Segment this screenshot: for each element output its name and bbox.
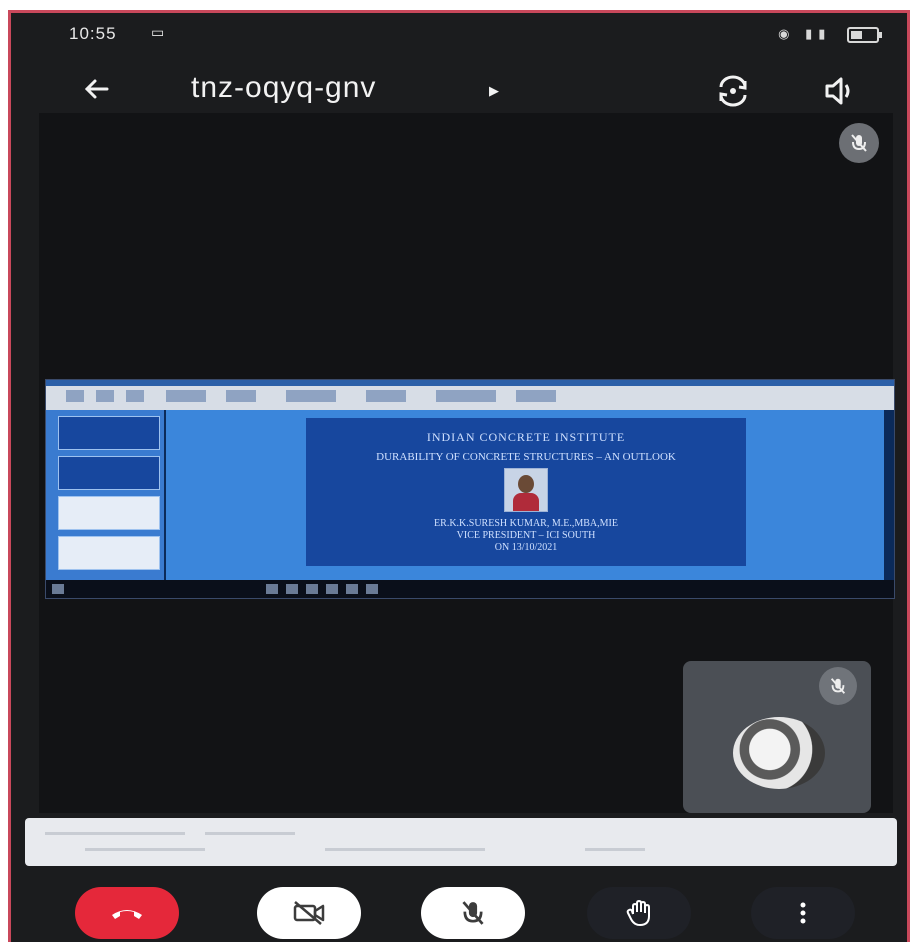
meeting-code[interactable]: tnz-oqyq-gnv bbox=[191, 71, 376, 105]
slide-speaker-line3: ON 13/10/2021 bbox=[494, 542, 558, 553]
more-options-button[interactable] bbox=[751, 887, 855, 939]
self-muted-indicator bbox=[819, 667, 857, 705]
battery-icon bbox=[847, 26, 882, 43]
caption-strip bbox=[25, 818, 897, 866]
app-ribbon bbox=[46, 380, 894, 410]
slide-speaker-line2: VICE PRESIDENT – ICI SOUTH bbox=[456, 530, 596, 541]
video-off-icon bbox=[293, 901, 325, 925]
raise-hand-icon bbox=[626, 900, 650, 926]
back-button[interactable] bbox=[77, 69, 117, 109]
mic-off-icon bbox=[830, 678, 846, 694]
slide-org: INDIAN CONCRETE INSTITUTE bbox=[426, 430, 626, 444]
camera-toggle-button[interactable] bbox=[257, 887, 361, 939]
windows-taskbar bbox=[46, 580, 894, 598]
switch-camera-icon bbox=[719, 75, 747, 107]
shared-screen[interactable]: INDIAN CONCRETE INSTITUTE DURABILITY OF … bbox=[45, 379, 895, 599]
status-time: 10:55 bbox=[69, 24, 117, 43]
call-controls bbox=[11, 883, 907, 942]
slide-speaker-line1: ER.K.K.SURESH KUMAR, M.E.,MBA,MIE bbox=[434, 518, 618, 529]
wifi-icon: ◉ bbox=[778, 26, 796, 41]
audio-output-button[interactable] bbox=[821, 73, 861, 109]
slide-thumbnails bbox=[46, 410, 164, 580]
back-arrow-icon bbox=[84, 79, 109, 99]
avatar bbox=[733, 717, 825, 789]
switch-camera-button[interactable] bbox=[713, 71, 753, 111]
speaker-icon bbox=[825, 77, 850, 105]
mic-off-icon bbox=[462, 901, 484, 925]
mic-toggle-button[interactable] bbox=[421, 887, 525, 939]
app-bar: tnz-oqyq-gnv ▶ bbox=[11, 63, 907, 119]
meet-app-screen: 10:55 ▭ ◉ ▮▮ tnz-oqyq-gnv ▶ INDIAN CONCR… bbox=[8, 10, 910, 942]
presentation-slide: INDIAN CONCRETE INSTITUTE DURABILITY OF … bbox=[306, 418, 746, 566]
speaker-photo bbox=[504, 468, 548, 512]
slide-title: DURABILITY OF CONCRETE STRUCTURES – AN O… bbox=[376, 451, 676, 463]
cast-icon: ▭ bbox=[151, 24, 165, 40]
mic-off-icon bbox=[851, 134, 867, 152]
status-bar: 10:55 ▭ ◉ ▮▮ bbox=[11, 13, 907, 57]
signal-icon: ▮▮ bbox=[805, 26, 832, 41]
status-icons: ◉ ▮▮ bbox=[778, 26, 882, 43]
phone-hangup-icon bbox=[112, 910, 142, 919]
self-video-tile[interactable] bbox=[683, 661, 871, 813]
more-vertical-icon bbox=[800, 902, 806, 924]
slide-canvas: INDIAN CONCRETE INSTITUTE DURABILITY OF … bbox=[166, 410, 884, 580]
raise-hand-button[interactable] bbox=[587, 887, 691, 939]
caret-right-icon[interactable]: ▶ bbox=[489, 83, 499, 99]
participant-muted-indicator bbox=[839, 123, 879, 163]
end-call-button[interactable] bbox=[75, 887, 179, 939]
